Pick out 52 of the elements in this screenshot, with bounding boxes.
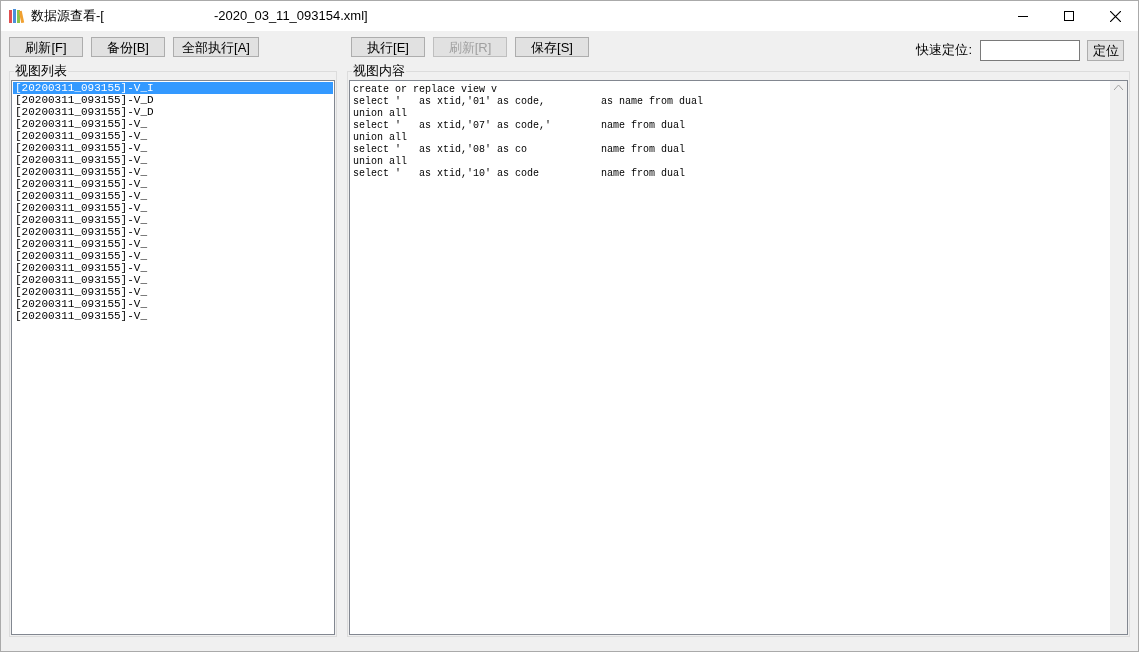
group-title: 视图内容 xyxy=(352,63,406,78)
list-item[interactable]: [20200311_093155]-V_ xyxy=(13,142,333,154)
code-text: union all xyxy=(353,132,408,144)
list-item[interactable]: [20200311_093155]-V_ xyxy=(13,238,333,250)
toolbar-button[interactable]: 执行[E] xyxy=(351,37,425,57)
list-item[interactable]: [20200311_093155]-V_ xyxy=(13,130,333,142)
toolbar-button[interactable]: 备份[B] xyxy=(91,37,165,57)
list-item[interactable]: [20200311_093155]-V_ xyxy=(13,274,333,286)
code-text: as xtid,'07' as code,' xyxy=(419,120,553,132)
list-item[interactable]: [20200311_093155]-V_ xyxy=(13,166,333,178)
code-text: union all xyxy=(353,108,408,120)
list-item[interactable]: [20200311_093155]-V_ xyxy=(13,202,333,214)
scroll-up-icon xyxy=(1114,85,1123,90)
quick-locate-label: 快速定位: xyxy=(916,41,972,60)
list-item[interactable]: [20200311_093155]-V_ xyxy=(13,310,333,322)
code-text: union all xyxy=(353,156,408,168)
maximize-icon xyxy=(1064,11,1074,21)
code-text: as xtid,'08' as co xyxy=(419,144,529,156)
list-item[interactable]: [20200311_093155]-V_ xyxy=(13,262,333,274)
code-text: select ' xyxy=(353,120,402,132)
code-text: name from dual xyxy=(601,144,686,156)
window-title: 数据源查看-[ xyxy=(31,7,104,26)
code-text: select ' xyxy=(353,96,402,108)
code-text: as xtid,'01' as code, xyxy=(419,96,547,108)
code-text: name from dual xyxy=(601,168,686,180)
code-text: as name from dual xyxy=(601,96,705,108)
list-item[interactable]: [20200311_093155]-V_ xyxy=(13,118,333,130)
locate-button[interactable]: 定位 xyxy=(1087,39,1124,61)
list-item[interactable]: [20200311_093155]-V_ xyxy=(13,178,333,190)
code-text: select ' xyxy=(353,144,402,156)
list-item[interactable]: [20200311_093155]-V_ xyxy=(13,154,333,166)
books-icon xyxy=(9,9,25,23)
list-item[interactable]: [20200311_093155]-V_D xyxy=(13,94,333,106)
code-text: as xtid,'10' as code xyxy=(419,168,541,180)
list-item[interactable]: [20200311_093155]-V_ xyxy=(13,190,333,202)
list-item[interactable]: [20200311_093155]-V_ xyxy=(13,286,333,298)
toolbar-button[interactable]: 刷新[F] xyxy=(9,37,83,57)
code-text: name from dual xyxy=(601,120,686,132)
code-text: create or replace view v xyxy=(353,84,498,96)
code-text: select ' xyxy=(353,168,402,180)
group-title: 视图列表 xyxy=(14,63,68,78)
minimize-icon xyxy=(1018,15,1028,17)
toolbar-button[interactable]: 全部执行[A] xyxy=(173,37,259,57)
list-item[interactable]: [20200311_093155]-V_ xyxy=(13,250,333,262)
list-item[interactable]: [20200311_093155]-V_ xyxy=(13,298,333,310)
toolbar-button[interactable]: 保存[S] xyxy=(515,37,589,57)
list-item[interactable]: [20200311_093155]-V_ xyxy=(13,214,333,226)
list-item[interactable]: [20200311_093155]-V_ xyxy=(13,226,333,238)
window-title-suffix: -2020_03_11_093154.xml] xyxy=(213,7,368,26)
list-item[interactable]: [20200311_093155]-V_D xyxy=(13,106,333,118)
close-icon xyxy=(1109,10,1121,22)
quick-locate-field[interactable] xyxy=(980,39,1080,61)
